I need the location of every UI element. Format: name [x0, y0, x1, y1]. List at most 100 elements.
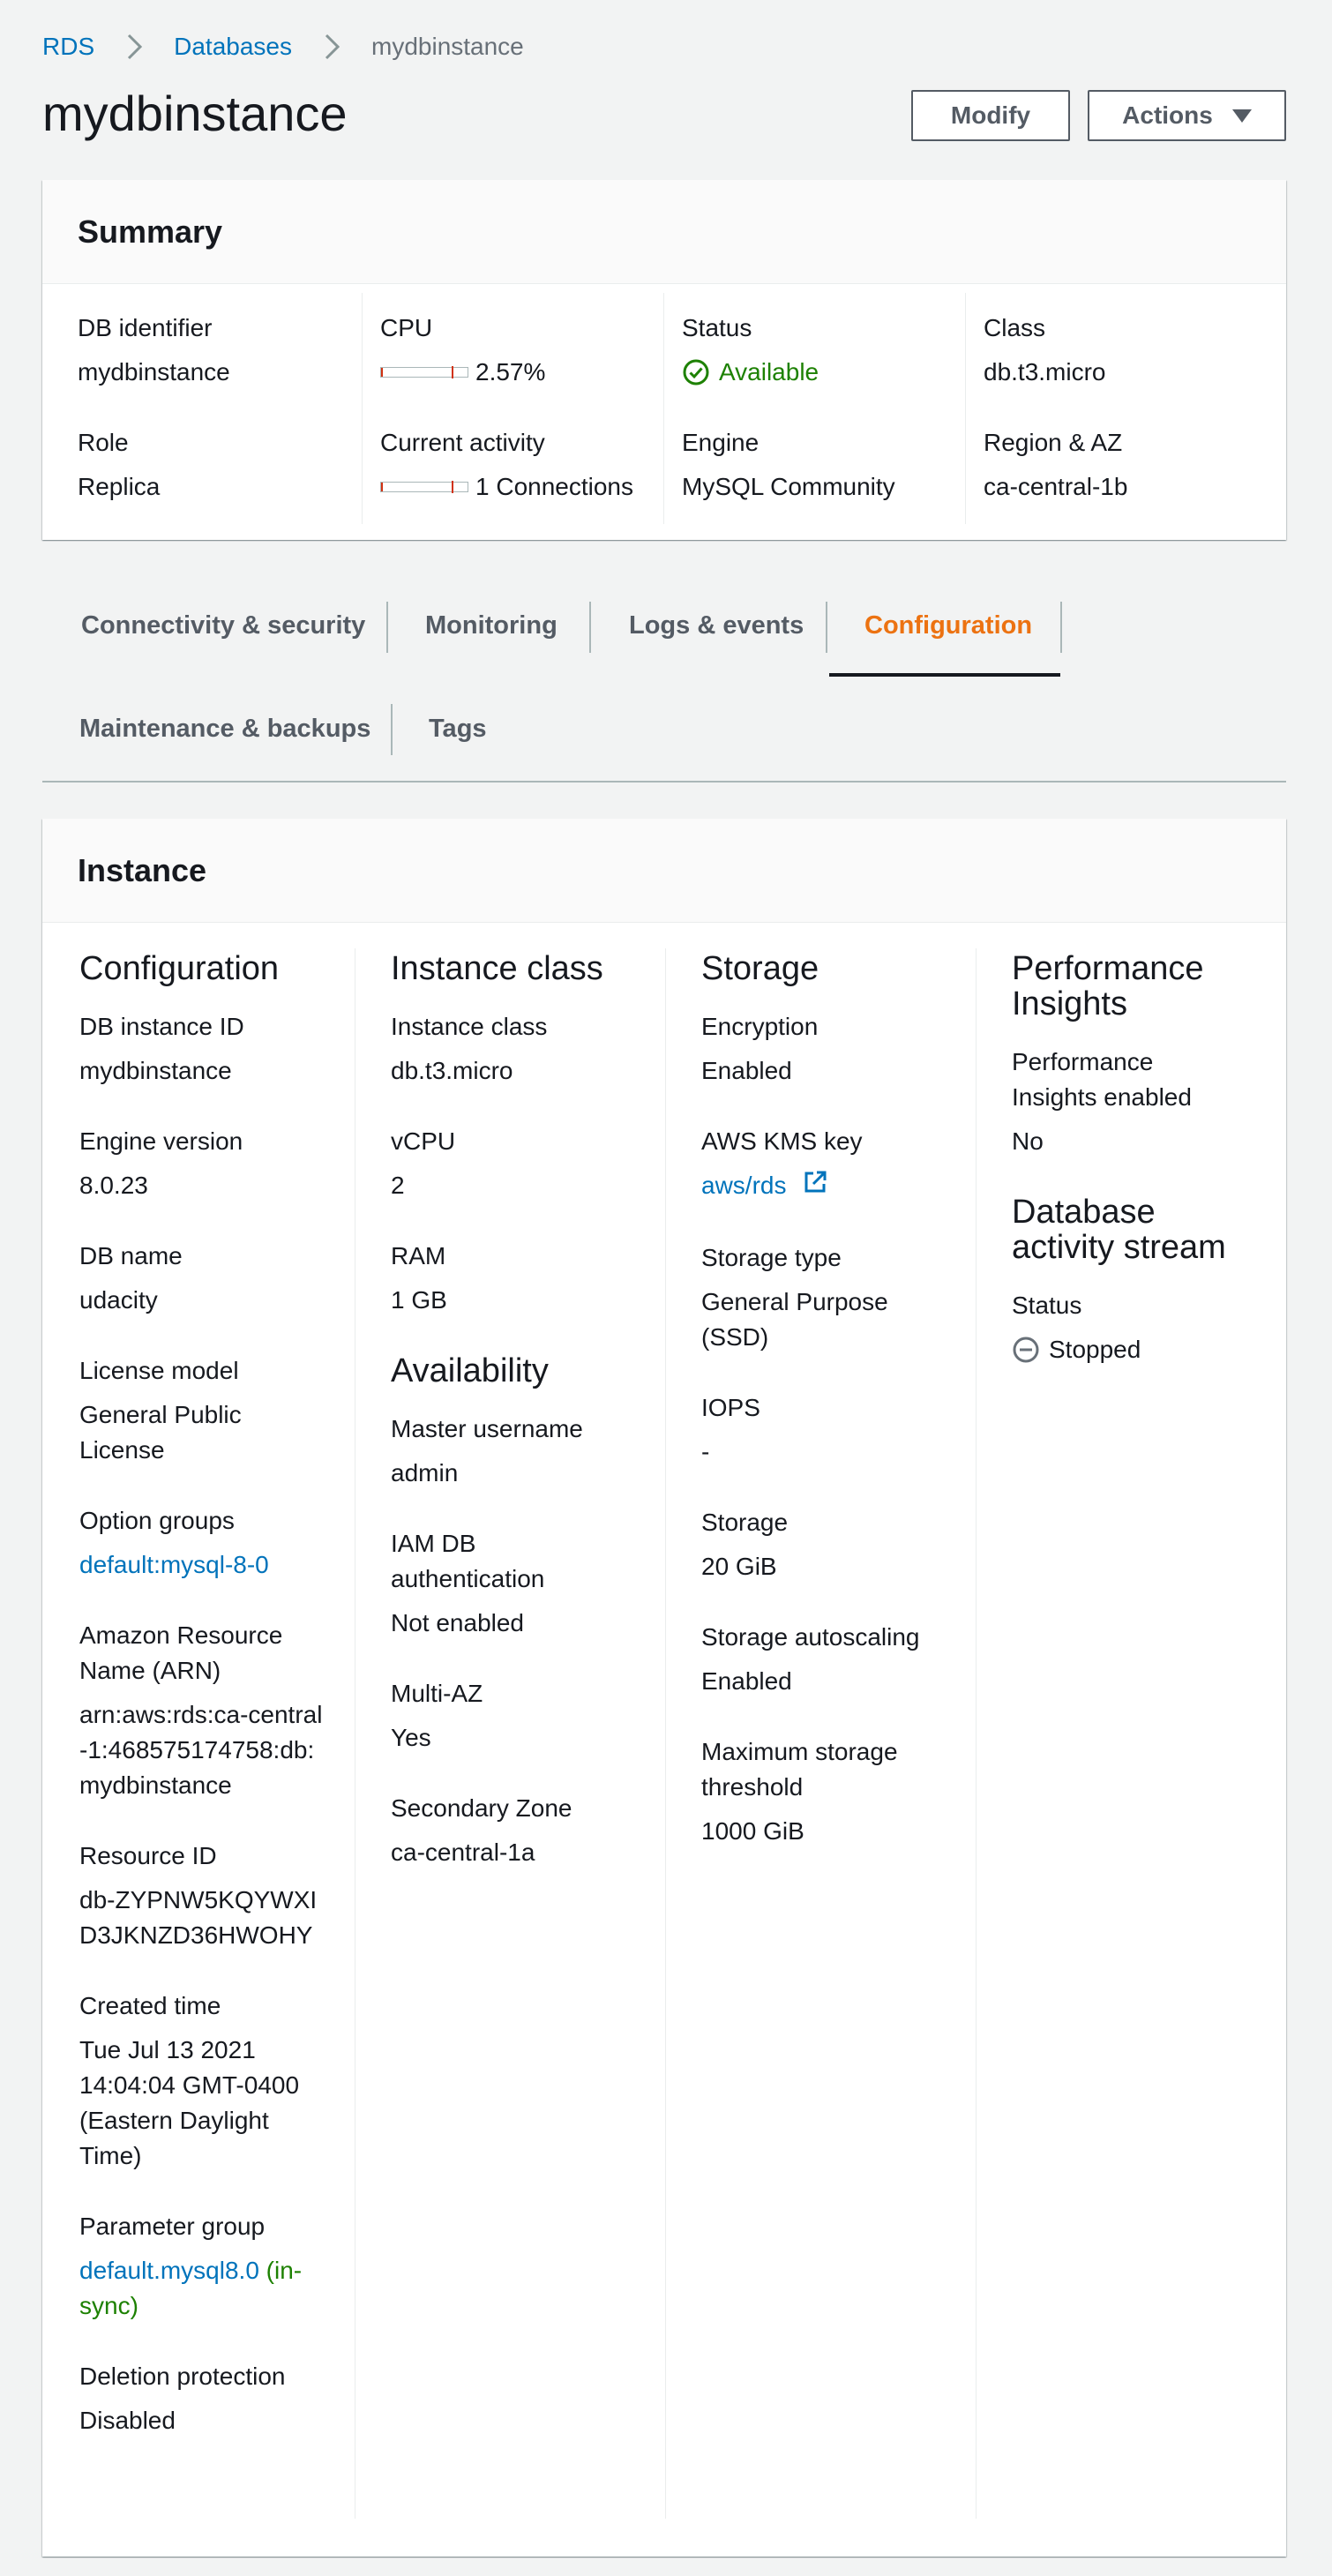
parameter-group: Parameter group default.mysql8.0 (in-syn…	[79, 2209, 335, 2324]
tab-configuration[interactable]: Configuration	[864, 611, 1032, 640]
kv-label: Encryption	[701, 1013, 819, 1040]
tab-logs-events[interactable]: Logs & events	[629, 611, 804, 640]
activity-marker	[452, 481, 453, 493]
kv-value: 2	[391, 1172, 405, 1199]
kv-value: db.t3.micro	[391, 1057, 513, 1084]
kv-label: Master username	[391, 1415, 583, 1442]
db-identifier-value: mydbinstance	[78, 358, 230, 386]
option-groups: Option groups default:mysql-8-0	[79, 1503, 335, 1583]
kv-label: Multi-AZ	[391, 1680, 483, 1707]
summary-card: Summary DB identifier mydbinstance Role …	[42, 180, 1286, 540]
chevron-right-icon	[117, 30, 151, 64]
kv-label: Instance class	[391, 1013, 548, 1040]
kv-label: AWS KMS key	[701, 1127, 863, 1155]
kv-value: General Purpose (SSD)	[701, 1288, 888, 1352]
kv-label: Maximum storage threshold	[701, 1738, 898, 1801]
performance-insights-column: Performance Insights Performance Insight…	[1012, 951, 1259, 1403]
kv-value: General Public License	[79, 1401, 242, 1464]
multi-az: Multi-AZ Yes	[391, 1676, 647, 1756]
master-username: Master username admin	[391, 1412, 647, 1491]
class-label: Class	[984, 314, 1046, 341]
kv-value: Enabled	[701, 1057, 792, 1084]
tab-tags[interactable]: Tags	[429, 715, 487, 744]
role-value: Replica	[78, 473, 161, 500]
tab-divider	[1060, 602, 1062, 653]
summary-header: Summary	[42, 180, 1286, 284]
kv-value: admin	[391, 1459, 459, 1486]
region-az-value: ca-central-1b	[984, 473, 1128, 500]
tab-monitoring[interactable]: Monitoring	[425, 611, 557, 640]
arn: Amazon Resource Name (ARN) arn:aws:rds:c…	[79, 1618, 335, 1803]
engine-label: Engine	[682, 429, 760, 456]
parameter-group-link[interactable]: default.mysql8.0	[79, 2257, 259, 2284]
instance-class: Instance class db.t3.micro	[391, 1009, 647, 1089]
kv-value: 1 GB	[391, 1286, 447, 1314]
current-activity-text: 1 Connections	[475, 473, 634, 500]
kv-value: 8.0.23	[79, 1172, 148, 1199]
breadcrumb-current: mydbinstance	[371, 33, 524, 60]
summary-column-identity: DB identifier mydbinstance Role Replica	[78, 293, 342, 524]
active-tab-indicator	[829, 673, 1060, 677]
availability-heading: Availability	[391, 1352, 549, 1389]
storage-autoscaling: Storage autoscaling Enabled	[701, 1620, 957, 1699]
activity-stream-heading: Database activity stream	[1012, 1194, 1226, 1266]
kv-value: Yes	[391, 1724, 431, 1751]
vcpu: vCPU 2	[391, 1124, 647, 1203]
encryption: Encryption Enabled	[701, 1009, 957, 1089]
kv-label: IAM DB authentication	[391, 1530, 545, 1592]
breadcrumb-databases[interactable]: Databases	[174, 33, 292, 61]
cpu-value-text: 2.57%	[475, 358, 546, 386]
tab-divider	[391, 704, 393, 755]
kv-value: No	[1012, 1127, 1044, 1155]
tab-divider	[826, 602, 827, 653]
created-time: Created time Tue Jul 13 2021 14:04:04 GM…	[79, 1988, 335, 2174]
breadcrumb: RDS Databases mydbinstance	[42, 30, 524, 64]
kv-value: udacity	[79, 1286, 158, 1314]
configuration-heading: Configuration	[79, 950, 280, 987]
kv-value: 1000 GiB	[701, 1817, 804, 1846]
kv-label: DB instance ID	[79, 1013, 244, 1040]
role-label: Role	[78, 429, 129, 456]
actions-button[interactable]: Actions	[1088, 90, 1286, 141]
modify-button[interactable]: Modify	[911, 90, 1070, 141]
kms-key-link[interactable]: aws/rds	[701, 1172, 786, 1199]
db-identifier-label: DB identifier	[78, 314, 213, 341]
kms-key-value: aws/rds	[701, 1168, 957, 1205]
column-divider	[976, 948, 977, 2519]
stopped-circle-icon	[1012, 1336, 1040, 1364]
cpu-label: CPU	[380, 314, 433, 341]
kv-value: Not enabled	[391, 1609, 525, 1636]
page: RDS Databases mydbinstance mydbinstance …	[0, 0, 1332, 2576]
configuration-column: Configuration DB instance ID mydbinstanc…	[79, 951, 335, 2474]
kv-label: RAM	[391, 1242, 446, 1269]
tab-connectivity-security[interactable]: Connectivity & security	[81, 611, 365, 640]
engine-version: Engine version 8.0.23	[79, 1124, 335, 1203]
kv-label: Storage type	[701, 1244, 842, 1272]
engine-value: MySQL Community	[682, 473, 895, 500]
kv-value: mydbinstance	[79, 1057, 232, 1084]
kv-label: Storage	[701, 1509, 789, 1537]
status-label: Status	[682, 314, 752, 341]
db-name: DB name udacity	[79, 1239, 335, 1318]
performance-insights-enabled: Performance Insights enabled No	[1012, 1045, 1259, 1159]
storage-heading: Storage	[701, 950, 819, 987]
kv-label: Amazon Resource Name (ARN)	[79, 1621, 283, 1684]
iops: IOPS -	[701, 1390, 957, 1470]
actions-button-label: Actions	[1122, 101, 1213, 129]
kv-value: Tue Jul 13 2021 14:04:04 GMT-0400 (Easte…	[79, 2036, 300, 2169]
check-circle-icon	[682, 358, 710, 386]
external-link-icon[interactable]	[802, 1169, 828, 1205]
tab-maintenance-backups[interactable]: Maintenance & backups	[79, 715, 370, 744]
option-group-link[interactable]: default:mysql-8-0	[79, 1547, 335, 1583]
activity-bar	[380, 481, 468, 493]
kv-value: arn:aws:rds:ca-central-1:468575174758:db…	[79, 1701, 323, 1799]
current-activity-label: Current activity	[380, 429, 545, 456]
class-value: db.t3.micro	[984, 358, 1106, 386]
maximum-storage-threshold: Maximum storage threshold 1000 GiB	[701, 1734, 957, 1849]
db-instance-id: DB instance ID mydbinstance	[79, 1009, 335, 1089]
breadcrumb-rds[interactable]: RDS	[42, 33, 94, 61]
kv-label: Created time	[79, 1992, 221, 2019]
kv-label: Status	[1012, 1292, 1082, 1319]
page-title: mydbinstance	[42, 86, 348, 141]
kv-value: Disabled	[79, 2407, 176, 2434]
